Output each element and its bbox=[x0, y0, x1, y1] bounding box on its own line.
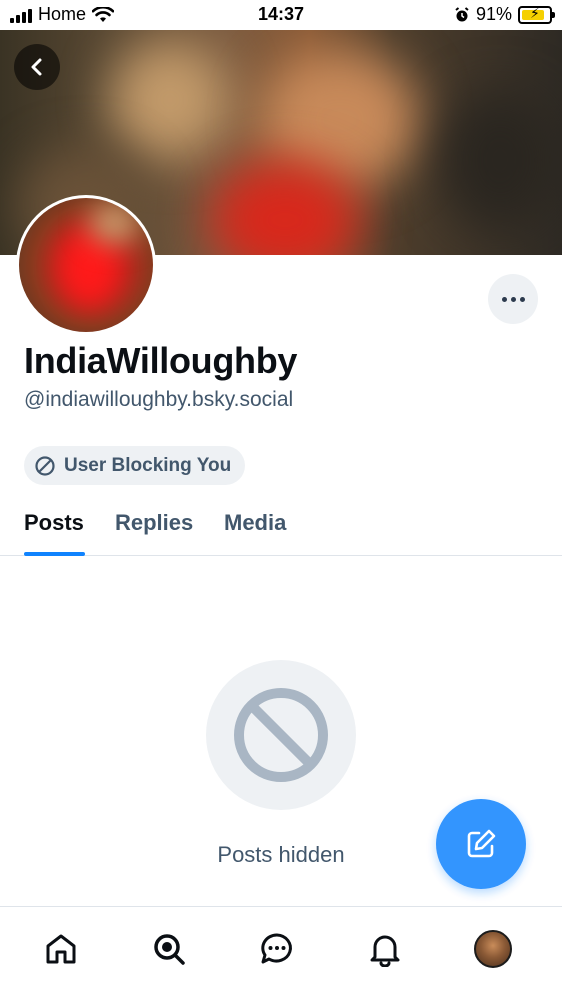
tab-replies[interactable]: Replies bbox=[115, 510, 193, 536]
user-avatar-icon bbox=[474, 930, 512, 968]
tab-posts[interactable]: Posts bbox=[24, 510, 84, 536]
blocked-icon bbox=[35, 455, 55, 476]
search-icon bbox=[154, 934, 185, 965]
alarm-icon bbox=[455, 6, 469, 21]
status-right: 91% ⚡ bbox=[454, 4, 555, 25]
compose-icon bbox=[467, 829, 496, 858]
compose-post-button[interactable] bbox=[436, 799, 526, 889]
active-tab-indicator bbox=[24, 552, 85, 556]
blocked-icon bbox=[234, 688, 328, 782]
battery-percent: 91% bbox=[475, 4, 512, 24]
bottom-navigation bbox=[0, 906, 562, 1000]
nav-home[interactable] bbox=[41, 929, 81, 969]
profile-avatar[interactable] bbox=[16, 195, 156, 335]
nav-chat[interactable] bbox=[257, 929, 297, 969]
chat-icon bbox=[261, 933, 292, 964]
tab-media[interactable]: Media bbox=[224, 510, 286, 536]
status-bar: Home 14:37 91% ⚡ bbox=[0, 0, 562, 30]
nav-notifications[interactable] bbox=[365, 929, 405, 969]
back-button[interactable] bbox=[14, 44, 60, 90]
nav-profile[interactable] bbox=[473, 929, 513, 969]
nav-search[interactable] bbox=[149, 929, 189, 969]
display-name: IndiaWilloughby bbox=[24, 340, 298, 381]
chevron-left-icon bbox=[31, 58, 42, 76]
profile-handle: @indiawilloughby.bsky.social bbox=[24, 388, 294, 411]
profile-tabs: Posts Replies Media bbox=[0, 500, 562, 556]
blocked-badge-label: User Blocking You bbox=[64, 454, 232, 476]
notifications-icon bbox=[370, 935, 400, 967]
more-options-button[interactable] bbox=[488, 274, 538, 324]
blocked-status-badge: User Blocking You bbox=[24, 446, 246, 485]
battery-icon: ⚡ bbox=[518, 5, 555, 24]
posts-hidden-illustration bbox=[206, 660, 356, 810]
home-icon bbox=[46, 934, 76, 964]
